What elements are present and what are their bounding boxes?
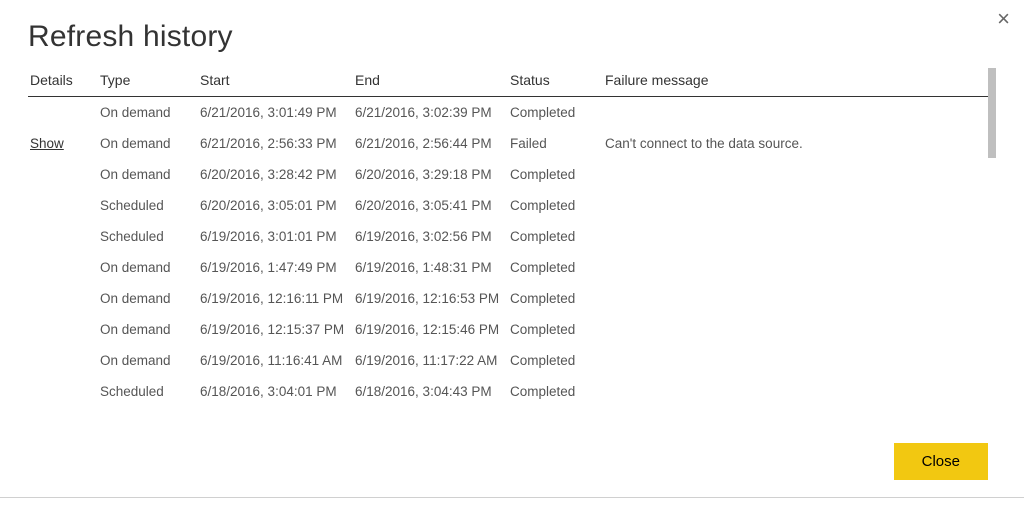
- table-header-row: Details Type Start End Status Failure me…: [28, 68, 996, 97]
- cell-status: Completed: [508, 252, 603, 283]
- table-row: Scheduled6/18/2016, 3:04:01 PM6/18/2016,…: [28, 376, 996, 407]
- cell-details: [28, 221, 98, 252]
- cell-failure: [603, 345, 996, 376]
- cell-details: [28, 376, 98, 407]
- cell-end: 6/19/2016, 12:15:46 PM: [353, 314, 508, 345]
- cell-details: [28, 159, 98, 190]
- cell-start: 6/19/2016, 12:16:11 PM: [198, 283, 353, 314]
- cell-start: 6/19/2016, 12:15:37 PM: [198, 314, 353, 345]
- cell-type: On demand: [98, 283, 198, 314]
- cell-end: 6/18/2016, 3:04:43 PM: [353, 376, 508, 407]
- dialog-footer: Close: [894, 443, 988, 480]
- cell-end: 6/21/2016, 2:56:44 PM: [353, 128, 508, 159]
- cell-end: 6/21/2016, 3:02:39 PM: [353, 97, 508, 129]
- cell-status: Failed: [508, 128, 603, 159]
- table-row: On demand6/19/2016, 11:16:41 AM6/19/2016…: [28, 345, 996, 376]
- cell-details: [28, 283, 98, 314]
- cell-status: Completed: [508, 221, 603, 252]
- close-icon[interactable]: ×: [997, 8, 1010, 30]
- cell-type: On demand: [98, 314, 198, 345]
- cell-type: Scheduled: [98, 376, 198, 407]
- show-details-link[interactable]: Show: [30, 136, 64, 151]
- table-row: On demand6/19/2016, 1:47:49 PM6/19/2016,…: [28, 252, 996, 283]
- cell-end: 6/19/2016, 1:48:31 PM: [353, 252, 508, 283]
- cell-start: 6/21/2016, 2:56:33 PM: [198, 128, 353, 159]
- cell-type: On demand: [98, 252, 198, 283]
- cell-failure: [603, 159, 996, 190]
- cell-failure: [603, 97, 996, 129]
- cell-type: On demand: [98, 345, 198, 376]
- dialog-title: Refresh history: [28, 20, 996, 54]
- table-row: Scheduled6/19/2016, 3:01:01 PM6/19/2016,…: [28, 221, 996, 252]
- cell-end: 6/20/2016, 3:29:18 PM: [353, 159, 508, 190]
- cell-start: 6/20/2016, 3:28:42 PM: [198, 159, 353, 190]
- cell-status: Completed: [508, 283, 603, 314]
- col-failure: Failure message: [603, 68, 996, 97]
- cell-details: [28, 190, 98, 221]
- cell-type: On demand: [98, 97, 198, 129]
- cell-start: 6/19/2016, 1:47:49 PM: [198, 252, 353, 283]
- cell-failure: Can't connect to the data source.: [603, 128, 996, 159]
- refresh-history-dialog: × Refresh history Details Type Start End…: [0, 0, 1024, 512]
- cell-status: Completed: [508, 345, 603, 376]
- cell-start: 6/19/2016, 11:16:41 AM: [198, 345, 353, 376]
- close-button[interactable]: Close: [894, 443, 988, 480]
- cell-details: [28, 97, 98, 129]
- cell-status: Completed: [508, 314, 603, 345]
- cell-end: 6/19/2016, 3:02:56 PM: [353, 221, 508, 252]
- cell-details: [28, 252, 98, 283]
- history-table: Details Type Start End Status Failure me…: [28, 68, 996, 407]
- col-end: End: [353, 68, 508, 97]
- col-status: Status: [508, 68, 603, 97]
- cell-details[interactable]: Show: [28, 128, 98, 159]
- table-row: Scheduled6/20/2016, 3:05:01 PM6/20/2016,…: [28, 190, 996, 221]
- cell-failure: [603, 190, 996, 221]
- cell-end: 6/19/2016, 12:16:53 PM: [353, 283, 508, 314]
- cell-start: 6/20/2016, 3:05:01 PM: [198, 190, 353, 221]
- cell-type: Scheduled: [98, 221, 198, 252]
- cell-start: 6/19/2016, 3:01:01 PM: [198, 221, 353, 252]
- cell-failure: [603, 314, 996, 345]
- cell-status: Completed: [508, 159, 603, 190]
- cell-type: On demand: [98, 128, 198, 159]
- cell-status: Completed: [508, 376, 603, 407]
- cell-details: [28, 345, 98, 376]
- table-row: On demand6/20/2016, 3:28:42 PM6/20/2016,…: [28, 159, 996, 190]
- cell-status: Completed: [508, 97, 603, 129]
- col-start: Start: [198, 68, 353, 97]
- cell-status: Completed: [508, 190, 603, 221]
- vertical-scrollbar[interactable]: [988, 68, 996, 158]
- table-row: Show On demand6/21/2016, 2:56:33 PM6/21/2…: [28, 128, 996, 159]
- cell-details: [28, 314, 98, 345]
- cell-end: 6/19/2016, 11:17:22 AM: [353, 345, 508, 376]
- cell-failure: [603, 283, 996, 314]
- table-row: On demand6/19/2016, 12:15:37 PM6/19/2016…: [28, 314, 996, 345]
- cell-start: 6/21/2016, 3:01:49 PM: [198, 97, 353, 129]
- cell-type: On demand: [98, 159, 198, 190]
- cell-start: 6/18/2016, 3:04:01 PM: [198, 376, 353, 407]
- cell-failure: [603, 376, 996, 407]
- table-row: On demand6/19/2016, 12:16:11 PM6/19/2016…: [28, 283, 996, 314]
- cell-type: Scheduled: [98, 190, 198, 221]
- table-row: On demand6/21/2016, 3:01:49 PM6/21/2016,…: [28, 97, 996, 129]
- cell-failure: [603, 252, 996, 283]
- history-table-wrap: Details Type Start End Status Failure me…: [28, 68, 996, 407]
- cell-failure: [603, 221, 996, 252]
- col-details: Details: [28, 68, 98, 97]
- cell-end: 6/20/2016, 3:05:41 PM: [353, 190, 508, 221]
- divider: [0, 497, 1024, 498]
- col-type: Type: [98, 68, 198, 97]
